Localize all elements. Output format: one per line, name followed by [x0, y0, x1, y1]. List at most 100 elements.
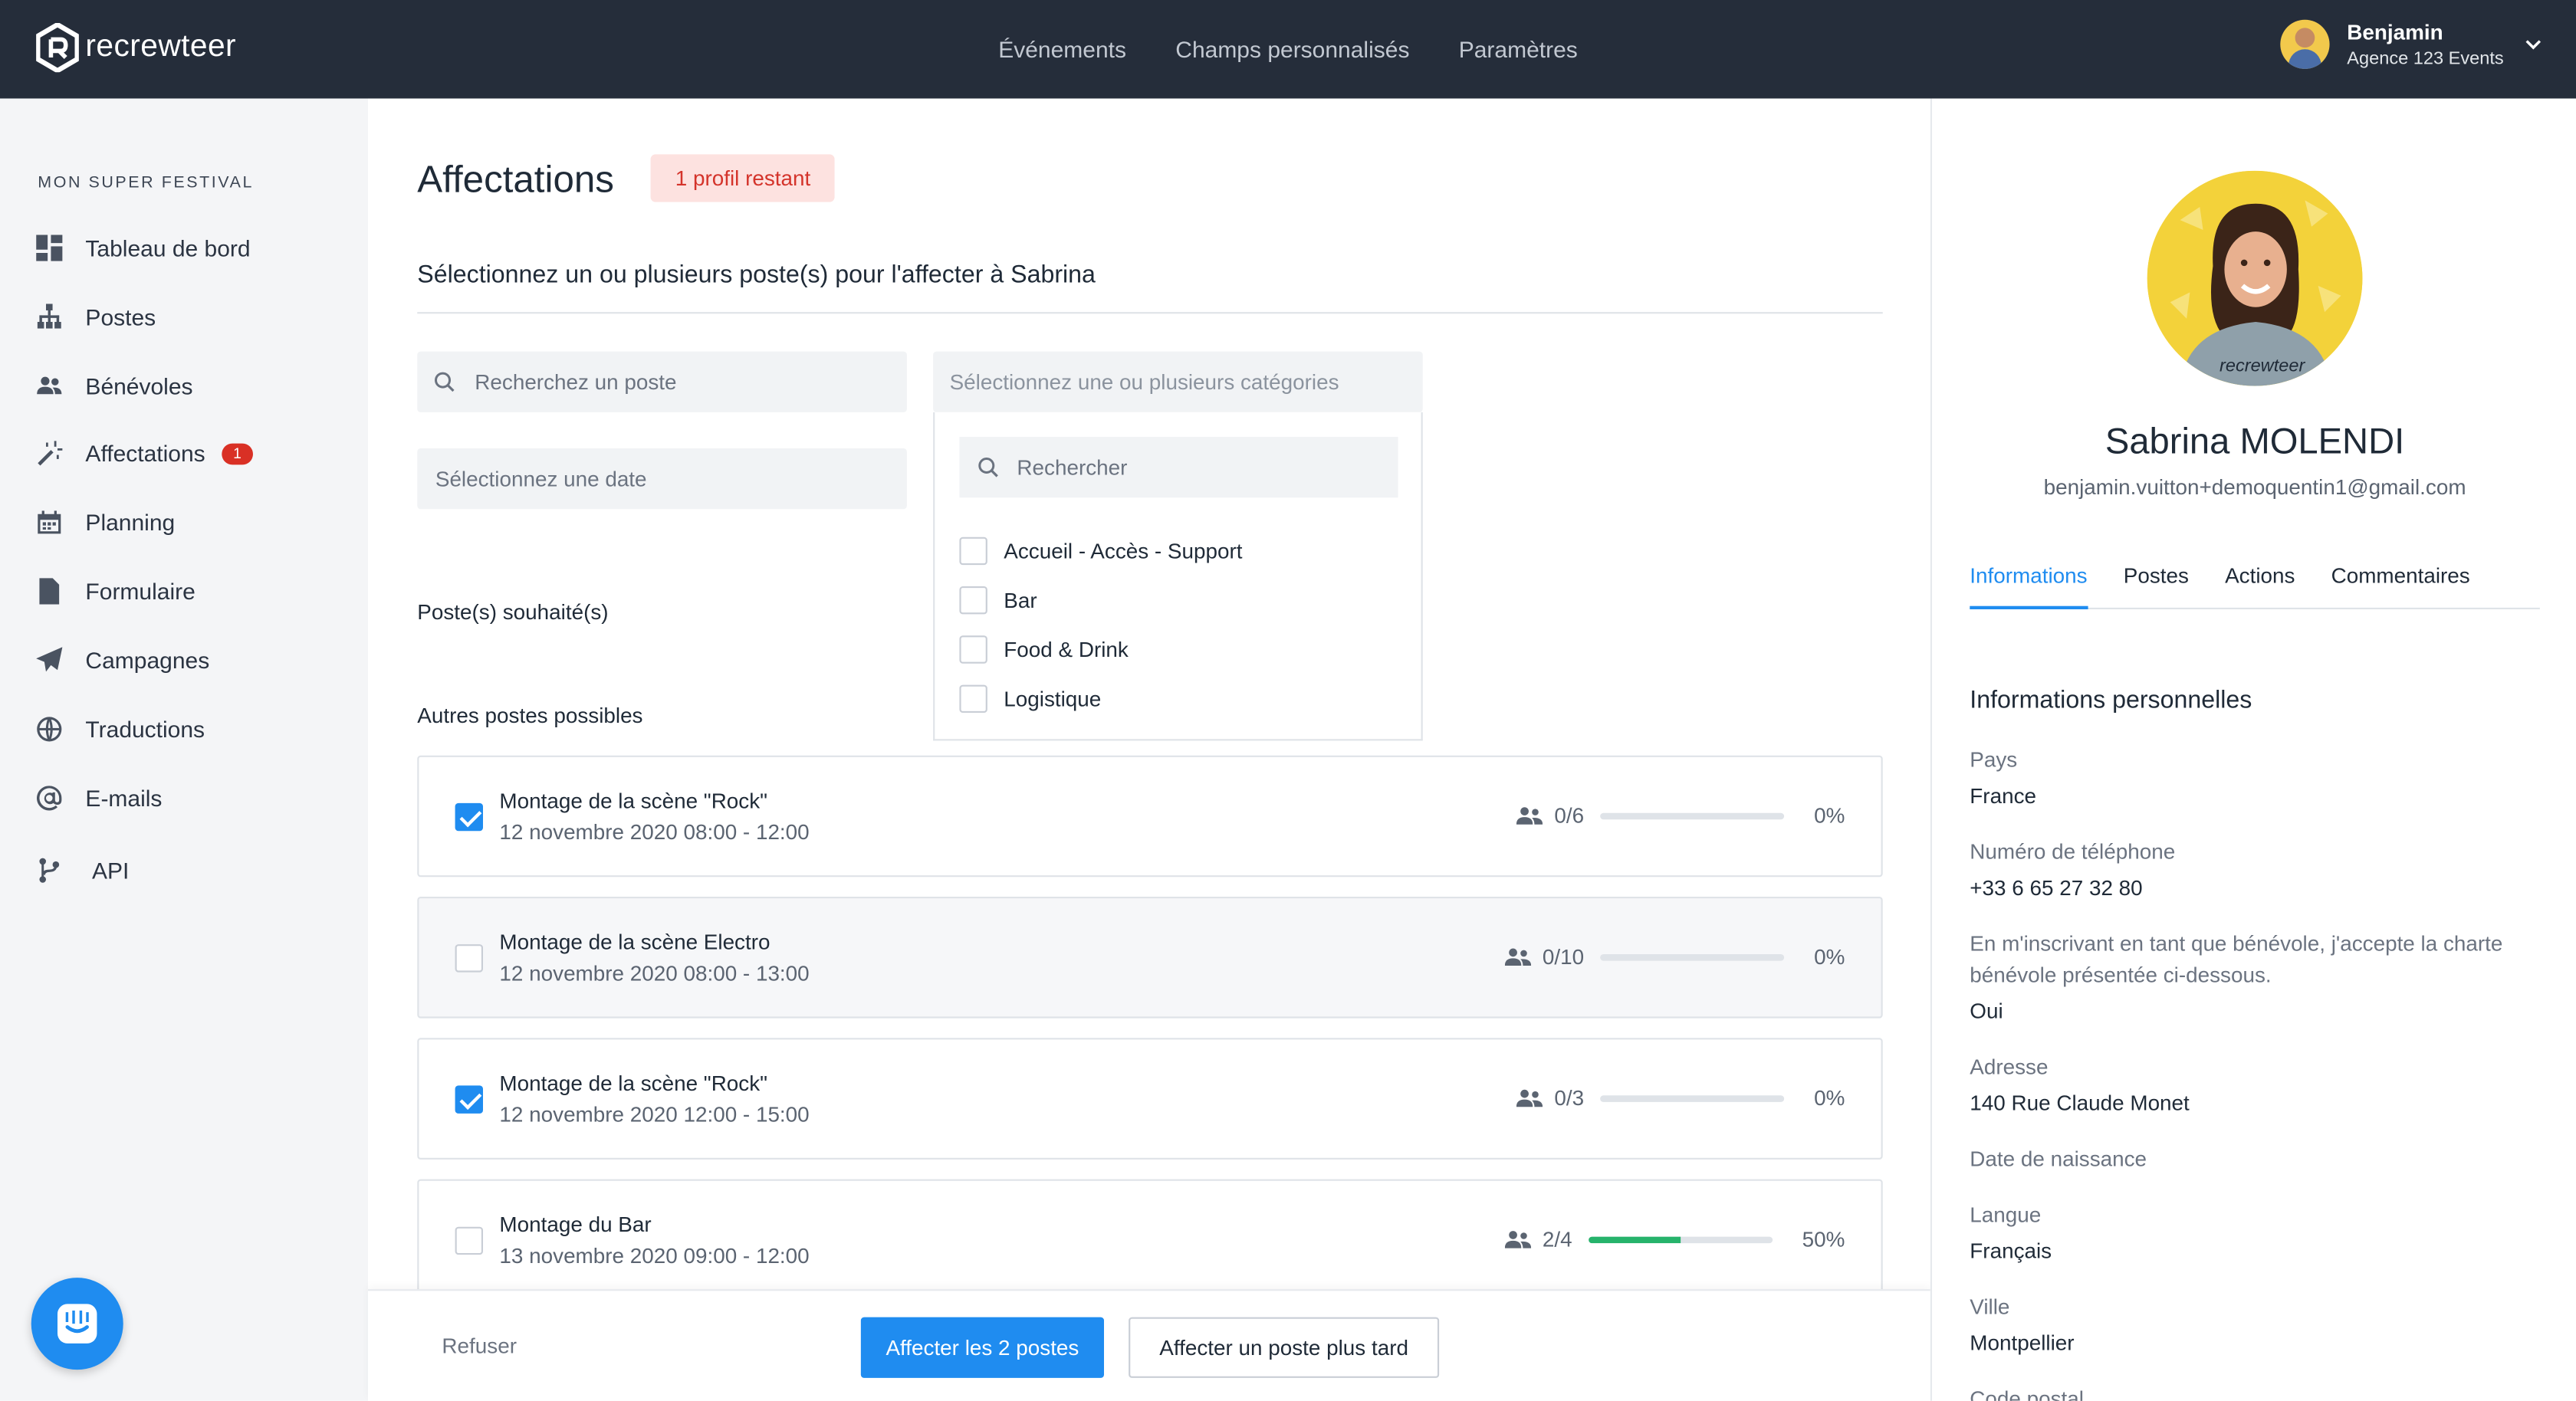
- option-checkbox[interactable]: [959, 586, 987, 615]
- poste-stats: 0/6 0%: [1516, 803, 1845, 828]
- user-avatar: [2279, 19, 2329, 69]
- category-search-input[interactable]: Rechercher: [959, 437, 1398, 498]
- search-poste-input[interactable]: Recherchez un poste: [417, 351, 907, 412]
- search-poste-placeholder: Recherchez un poste: [475, 369, 677, 395]
- user-menu[interactable]: Benjamin Agence 123 Events: [2279, 19, 2543, 69]
- field-label-ville: Ville: [1970, 1294, 2010, 1319]
- affectations-count-badge: 1: [222, 442, 253, 464]
- option-label: Bar: [1004, 588, 1037, 613]
- poste-count: 0/10: [1542, 944, 1585, 970]
- git-branch-icon: [39, 858, 60, 883]
- poste-percent: 50%: [1802, 1226, 1845, 1252]
- sidebar-item-e-mails[interactable]: E-mails: [36, 779, 162, 818]
- poste-checkbox[interactable]: [455, 1085, 483, 1114]
- poste-progress-bar: [1589, 1235, 1773, 1243]
- field-value-langue: Français: [1970, 1238, 2052, 1263]
- org-chart-icon: [37, 303, 61, 329]
- field-value-charte: Oui: [1970, 998, 2003, 1023]
- poste-time: 13 novembre 2020 09:00 - 12:00: [499, 1243, 810, 1268]
- sidebar-item-label: Formulaire: [85, 578, 196, 605]
- chevron-down-icon: [2525, 40, 2542, 50]
- chat-launcher-button[interactable]: [31, 1278, 123, 1370]
- poste-percent: 0%: [1814, 944, 1845, 970]
- date-picker-input[interactable]: Sélectionnez une date: [417, 448, 907, 510]
- sidebar-item-label: Postes: [85, 303, 156, 330]
- poste-time: 12 novembre 2020 08:00 - 13:00: [499, 960, 810, 986]
- poste-progress-bar: [1600, 812, 1785, 819]
- sidebar-item-label: Bénévoles: [85, 372, 193, 399]
- assign-later-button[interactable]: Affecter un poste plus tard: [1129, 1317, 1440, 1378]
- logo[interactable]: recrewteer: [36, 23, 236, 73]
- field-label-adresse: Adresse: [1970, 1054, 2049, 1079]
- poste-checkbox[interactable]: [455, 802, 483, 832]
- category-option-accueil[interactable]: Accueil - Accès - Support: [959, 536, 1243, 566]
- poste-stats: 0/10 0%: [1504, 944, 1845, 970]
- category-option-food-drink[interactable]: Food & Drink: [959, 635, 1129, 664]
- refuse-button[interactable]: Refuser: [442, 1334, 517, 1358]
- field-value-pays: France: [1970, 783, 2037, 809]
- calendar-icon: [38, 510, 61, 534]
- field-label-langue: Langue: [1970, 1202, 2042, 1227]
- field-value-telephone: +33 6 65 27 32 80: [1970, 875, 2143, 901]
- category-multiselect[interactable]: Sélectionnez une ou plusieurs catégories: [933, 351, 1423, 412]
- sidebar-item-label: Affectations: [85, 440, 205, 467]
- volunteer-portrait: recrewteer: [2147, 170, 2363, 386]
- assignment-subtitle: Sélectionnez un ou plusieurs poste(s) po…: [417, 261, 1096, 290]
- sidebar-item-postes[interactable]: Postes: [36, 297, 156, 336]
- assign-postes-button[interactable]: Affecter les 2 postes: [860, 1317, 1104, 1378]
- sidebar-item-label: Tableau de bord: [85, 235, 251, 261]
- poste-percent: 0%: [1814, 802, 1845, 828]
- globe-icon: [37, 717, 62, 742]
- sidebar-title: MON SUPER FESTIVAL: [38, 174, 254, 192]
- poste-progress-bar: [1600, 953, 1785, 960]
- magic-wand-icon: [38, 441, 63, 466]
- nav-parametres[interactable]: Paramètres: [1459, 36, 1578, 62]
- sidebar-item-affectations[interactable]: Affectations 1: [36, 434, 253, 473]
- category-search-placeholder: Rechercher: [1017, 454, 1128, 480]
- poste-checkbox[interactable]: [455, 1226, 483, 1255]
- sidebar-item-formulaire[interactable]: Formulaire: [36, 572, 196, 611]
- category-dropdown-menu: Rechercher Accueil - Accès - Support Bar…: [933, 412, 1423, 741]
- dashboard-icon: [36, 235, 63, 261]
- poste-card[interactable]: Montage de la scène "Rock" 12 novembre 2…: [417, 755, 1883, 878]
- nav-champs-personnalises[interactable]: Champs personnalisés: [1175, 36, 1409, 62]
- other-postes-label: Autres postes possibles: [417, 703, 643, 728]
- remaining-profiles-badge: 1 profil restant: [650, 154, 836, 202]
- tab-actions[interactable]: Actions: [2225, 563, 2295, 609]
- app-root: recrewteer Événements Champs personnalis…: [0, 0, 2576, 1401]
- option-checkbox[interactable]: [959, 536, 987, 566]
- sidebar-item-campagnes[interactable]: Campagnes: [36, 641, 209, 680]
- field-label-date-naissance: Date de naissance: [1970, 1146, 2147, 1171]
- page-title: Affectations: [417, 157, 614, 201]
- poste-time: 12 novembre 2020 12:00 - 15:00: [499, 1101, 810, 1127]
- category-option-bar[interactable]: Bar: [959, 586, 1037, 615]
- sidebar-item-benevoles[interactable]: Bénévoles: [36, 366, 193, 405]
- poste-title: Montage de la scène Electro: [499, 929, 770, 954]
- sidebar-item-label: Planning: [85, 509, 176, 536]
- volunteer-avatar: recrewteer: [2147, 170, 2363, 386]
- file-icon: [39, 578, 60, 605]
- sidebar-item-label: API: [92, 857, 130, 884]
- poste-card[interactable]: Montage de la scène Electro 12 novembre …: [417, 897, 1883, 1019]
- field-label-telephone: Numéro de téléphone: [1970, 839, 2176, 865]
- poste-checkbox[interactable]: [455, 944, 483, 973]
- poste-count: 2/4: [1542, 1226, 1572, 1252]
- sidebar-item-api[interactable]: API: [36, 851, 129, 890]
- poste-title: Montage de la scène "Rock": [499, 788, 768, 813]
- poste-card[interactable]: Montage du Bar 13 novembre 2020 09:00 - …: [417, 1179, 1883, 1301]
- tab-postes[interactable]: Postes: [2124, 563, 2189, 609]
- sidebar-item-tableau-de-bord[interactable]: Tableau de bord: [36, 228, 251, 267]
- poste-count: 0/3: [1554, 1085, 1585, 1111]
- paper-plane-icon: [36, 647, 63, 672]
- sidebar-item-planning[interactable]: Planning: [36, 503, 175, 542]
- nav-evenements[interactable]: Événements: [998, 36, 1126, 62]
- sidebar: MON SUPER FESTIVAL Tableau de bord Poste…: [0, 98, 368, 1401]
- progress-fill: [1589, 1235, 1681, 1243]
- sidebar-item-traductions[interactable]: Traductions: [36, 710, 205, 749]
- tab-informations[interactable]: Informations: [1970, 563, 2088, 609]
- tab-commentaires[interactable]: Commentaires: [2331, 563, 2470, 609]
- poste-card[interactable]: Montage de la scène "Rock" 12 novembre 2…: [417, 1038, 1883, 1160]
- category-option-logistique[interactable]: Logistique: [959, 684, 1101, 713]
- option-checkbox[interactable]: [959, 684, 987, 713]
- option-checkbox[interactable]: [959, 635, 987, 664]
